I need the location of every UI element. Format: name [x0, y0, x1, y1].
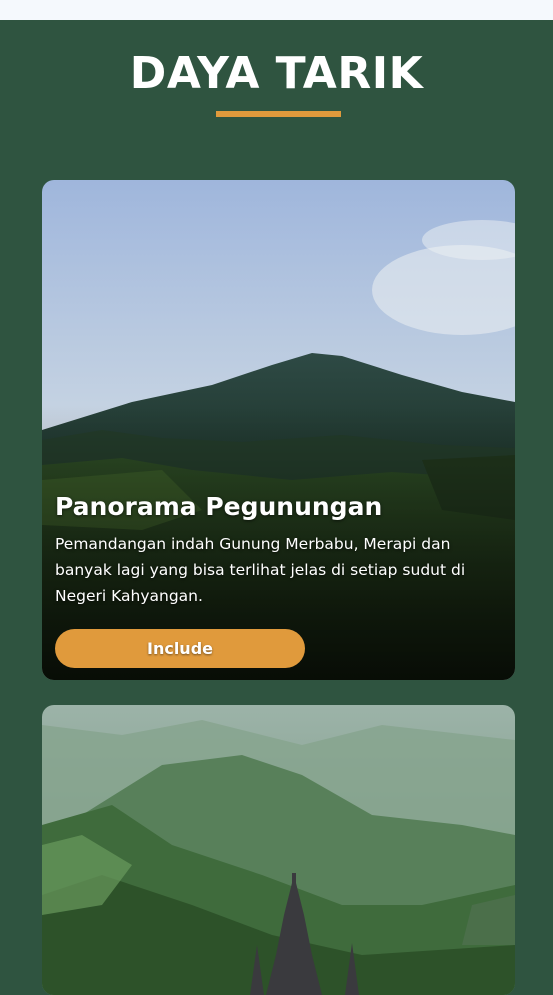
card-description: Pemandangan indah Gunung Merbabu, Merapi…: [55, 535, 466, 605]
title-underline: [216, 111, 341, 117]
attraction-card[interactable]: [42, 705, 515, 995]
browser-top-strip: [0, 0, 553, 20]
card-content: Panorama Pegunungan Pemandangan indah Gu…: [55, 492, 510, 668]
attraction-card[interactable]: Panorama Pegunungan Pemandangan indah Gu…: [42, 180, 515, 680]
card-title: Panorama Pegunungan: [55, 492, 383, 521]
attractions-section: DAYA TARIK Panorama Pegunungan Pemandang…: [0, 20, 553, 995]
forested-hills-temple-image: [42, 705, 515, 995]
section-title: DAYA TARIK: [129, 48, 424, 99]
include-button[interactable]: Include: [55, 629, 305, 668]
